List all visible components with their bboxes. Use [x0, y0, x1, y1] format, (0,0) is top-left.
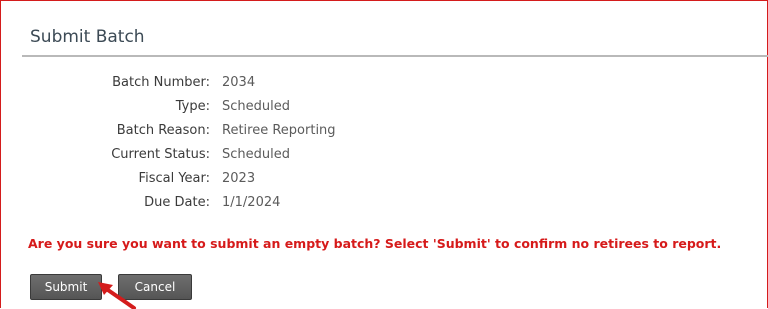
detail-row-due-date: Due Date: 1/1/2024: [60, 190, 336, 214]
annotation-arrow-icon: [98, 282, 136, 309]
due-date-label: Due Date:: [144, 194, 210, 210]
batch-number-value: 2034: [222, 74, 256, 90]
current-status-value: Scheduled: [222, 146, 290, 162]
type-label: Type:: [175, 98, 210, 114]
detail-row-batch-number: Batch Number: 2034: [60, 70, 336, 94]
submit-button[interactable]: Submit: [30, 274, 102, 300]
fiscal-year-value: 2023: [222, 170, 256, 186]
type-value: Scheduled: [222, 98, 290, 114]
detail-row-fiscal-year: Fiscal Year: 2023: [60, 166, 336, 190]
detail-row-current-status: Current Status: Scheduled: [60, 142, 336, 166]
detail-row-batch-reason: Batch Reason: Retiree Reporting: [60, 118, 336, 142]
detail-row-type: Type: Scheduled: [60, 94, 336, 118]
current-status-label: Current Status:: [111, 146, 210, 162]
title-divider: [22, 55, 768, 57]
page-title: Submit Batch: [30, 27, 145, 47]
due-date-value: 1/1/2024: [222, 194, 281, 210]
batch-reason-value: Retiree Reporting: [222, 122, 336, 138]
fiscal-year-label: Fiscal Year:: [138, 170, 210, 186]
batch-reason-label: Batch Reason:: [116, 122, 210, 138]
empty-batch-warning: Are you sure you want to submit an empty…: [28, 236, 722, 251]
batch-number-label: Batch Number:: [112, 74, 210, 90]
batch-details: Batch Number: 2034 Type: Scheduled Batch…: [60, 70, 336, 214]
